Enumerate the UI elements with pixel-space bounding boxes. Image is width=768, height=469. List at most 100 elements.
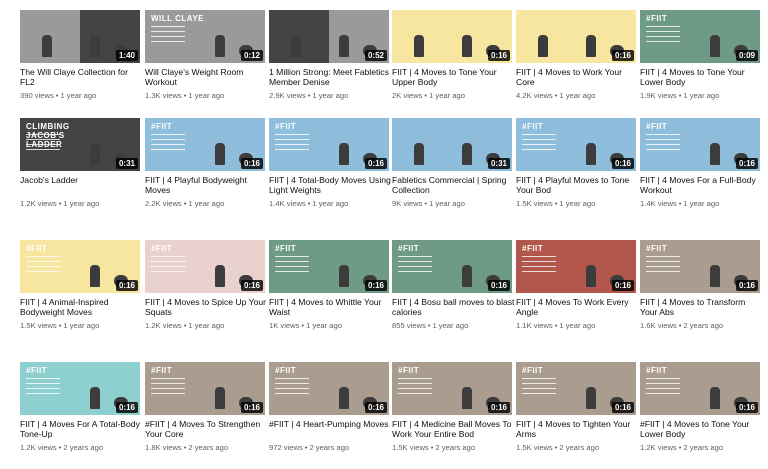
person-figure [586,35,596,57]
video-thumbnail[interactable]: #FIIT 0:16 [269,118,389,171]
video-thumbnail[interactable]: #FIIT 0:16 [145,240,265,293]
duration-badge: 0:16 [735,402,758,413]
duration-badge: 1:40 [115,50,138,61]
separator-dot: • [678,443,682,452]
thumbnail-brand-text: #FIIT [275,244,297,253]
video-thumbnail[interactable]: #FIIT 0:16 [516,362,636,415]
video-title[interactable]: FIIT | 4 Moves For A Total-Body Tone-Up [20,419,144,439]
thumbnail-brand-text: #FIIT [398,244,420,253]
video-thumbnail[interactable]: #FIIT 0:16 [640,362,760,415]
person-figure [339,387,349,409]
video-title[interactable]: FIIT | 4 Total-Body Moves Using Light We… [269,175,393,195]
thumbnail-text-lines [26,378,60,398]
video-title[interactable]: FIIT | 4 Moves to Work Your Core [516,67,640,87]
video-title[interactable]: FIIT | 4 Moves to Whittle Your Waist [269,297,393,317]
video-thumbnail[interactable]: #FIIT 0:16 [269,362,389,415]
video-title[interactable]: 1 Million Strong: Meet Fabletics Member … [269,67,393,87]
video-thumbnail[interactable]: #FIIT 0:16 [269,240,389,293]
upload-age: 1 year ago [188,321,225,330]
person-figure [538,35,548,57]
view-count: 2.9K views [269,91,306,100]
video-title[interactable]: FIIT | 4 Moves to Spice Up Your Squats [145,297,269,317]
duration-badge: 0:16 [487,280,510,291]
video-thumbnail[interactable]: #FIIT 0:16 [516,240,636,293]
video-title[interactable]: #FIIT | 4 Moves To Strengthen Your Core [145,419,269,439]
video-title[interactable]: Fabletics Commercial | Spring Collection [392,175,516,195]
video-title[interactable]: FIIT | 4 Playful Bodyweight Moves [145,175,269,195]
video-title[interactable]: FIIT | 4 Moves For a Full-Body Workout [640,175,764,195]
video-title[interactable]: Will Claye's Weight Room Workout [145,67,269,87]
video-title[interactable]: FIIT | 4 Bosu ball moves to blast calori… [392,297,516,317]
video-title[interactable]: FIIT | 4 Playful Moves to Tone Your Bod [516,175,640,195]
video-thumbnail[interactable]: #FIIT 0:16 [392,362,512,415]
video-thumbnail[interactable]: 0:16 [392,10,512,63]
separator-dot: • [301,321,305,330]
video-title[interactable]: FIIT | 4 Medicine Ball Moves To Work You… [392,419,516,439]
video-title[interactable]: FIIT | 4 Moves to Transform Your Abs [640,297,764,317]
duration-badge: 0:16 [115,402,138,413]
thumbnail-panel-left: #FIIT [516,118,576,171]
duration-badge: 0:16 [240,158,263,169]
video-title[interactable]: FIIT | 4 Moves to Tone Your Lower Body [640,67,764,87]
video-title[interactable]: The Will Claye Collection for FL2 [20,67,144,87]
person-figure [710,265,720,287]
separator-dot: • [554,91,558,100]
person-figure [462,143,472,165]
video-thumbnail[interactable]: #FIIT 0:16 [20,240,140,293]
view-count: 4.2K views [516,91,553,100]
video-thumbnail[interactable]: #FIIT 0:16 [640,240,760,293]
duration-badge: 0:16 [240,402,263,413]
video-title[interactable]: #FIIT | 4 Moves to Tone Your Lower Body [640,419,764,439]
separator-dot: • [678,321,682,330]
video-thumbnail[interactable]: #FIIT 0:16 [640,118,760,171]
view-count: 972 views [269,443,303,452]
upload-age: 1 year ago [306,321,342,330]
video-title[interactable]: FIIT | 4 Moves To Work Every Angle [516,297,640,317]
thumbnail-brand-text: #FIIT [275,122,297,131]
thumbnail-panel-left: #FIIT [640,118,700,171]
video-thumbnail[interactable]: 0:31 [392,118,512,171]
upload-age: 2 years ago [188,443,229,452]
video-thumbnail[interactable]: 0:16 [516,10,636,63]
person-figure [710,143,720,165]
person-figure [462,387,472,409]
thumbnail-brand-text: #FIIT [398,366,420,375]
video-title[interactable]: #FIIT | 4 Heart-Pumping Moves [269,419,393,429]
video-meta: 1.5K views • 2 years ago [392,443,475,452]
person-figure [586,265,596,287]
video-thumbnail[interactable]: #FIIT 0:16 [145,118,265,171]
video-thumbnail[interactable]: WILL CLAYE 0:12 [145,10,265,63]
person-figure [42,35,52,57]
separator-dot: • [183,443,187,452]
video-thumbnail[interactable]: #FIIT 0:16 [20,362,140,415]
video-thumbnail[interactable]: 0:52 [269,10,389,63]
video-meta: 390 views • 1 year ago [20,91,96,100]
view-count: 2K views [392,91,423,100]
video-thumbnail[interactable]: 1:40 [20,10,140,63]
thumbnail-text-lines [275,256,309,276]
view-count: 1.4K views [269,199,306,208]
video-meta: 1.2K views • 1 year ago [145,321,224,330]
video-thumbnail[interactable]: #FIIT 0:16 [145,362,265,415]
view-count: 1.8K views [145,443,182,452]
person-figure [90,387,100,409]
upload-age: 1 year ago [559,321,596,330]
video-thumbnail[interactable]: CLIMBING JACOB'S LADDER 0:31 [20,118,140,171]
thumbnail-text-lines [151,378,185,398]
thumbnail-brand-text: WILL CLAYE [151,14,205,23]
duration-badge: 0:16 [611,50,634,61]
video-title[interactable]: Jacob's Ladder [20,175,144,185]
person-figure [462,265,472,287]
separator-dot: • [678,199,682,208]
upload-age: 1 year ago [63,321,100,330]
video-thumbnail[interactable]: #FIIT 0:09 [640,10,760,63]
video-thumbnail[interactable]: #FIIT 0:16 [392,240,512,293]
video-title[interactable]: FIIT | 4 Animal-Inspired Bodyweight Move… [20,297,144,317]
video-title[interactable]: FIIT | 4 Moves to Tighten Your Arms [516,419,640,439]
separator-dot: • [554,199,558,208]
separator-dot: • [58,199,62,208]
person-figure [90,35,100,57]
view-count: 1.2K views [640,443,677,452]
video-thumbnail[interactable]: #FIIT 0:16 [516,118,636,171]
video-title[interactable]: FIIT | 4 Moves to Tone Your Upper Body [392,67,516,87]
